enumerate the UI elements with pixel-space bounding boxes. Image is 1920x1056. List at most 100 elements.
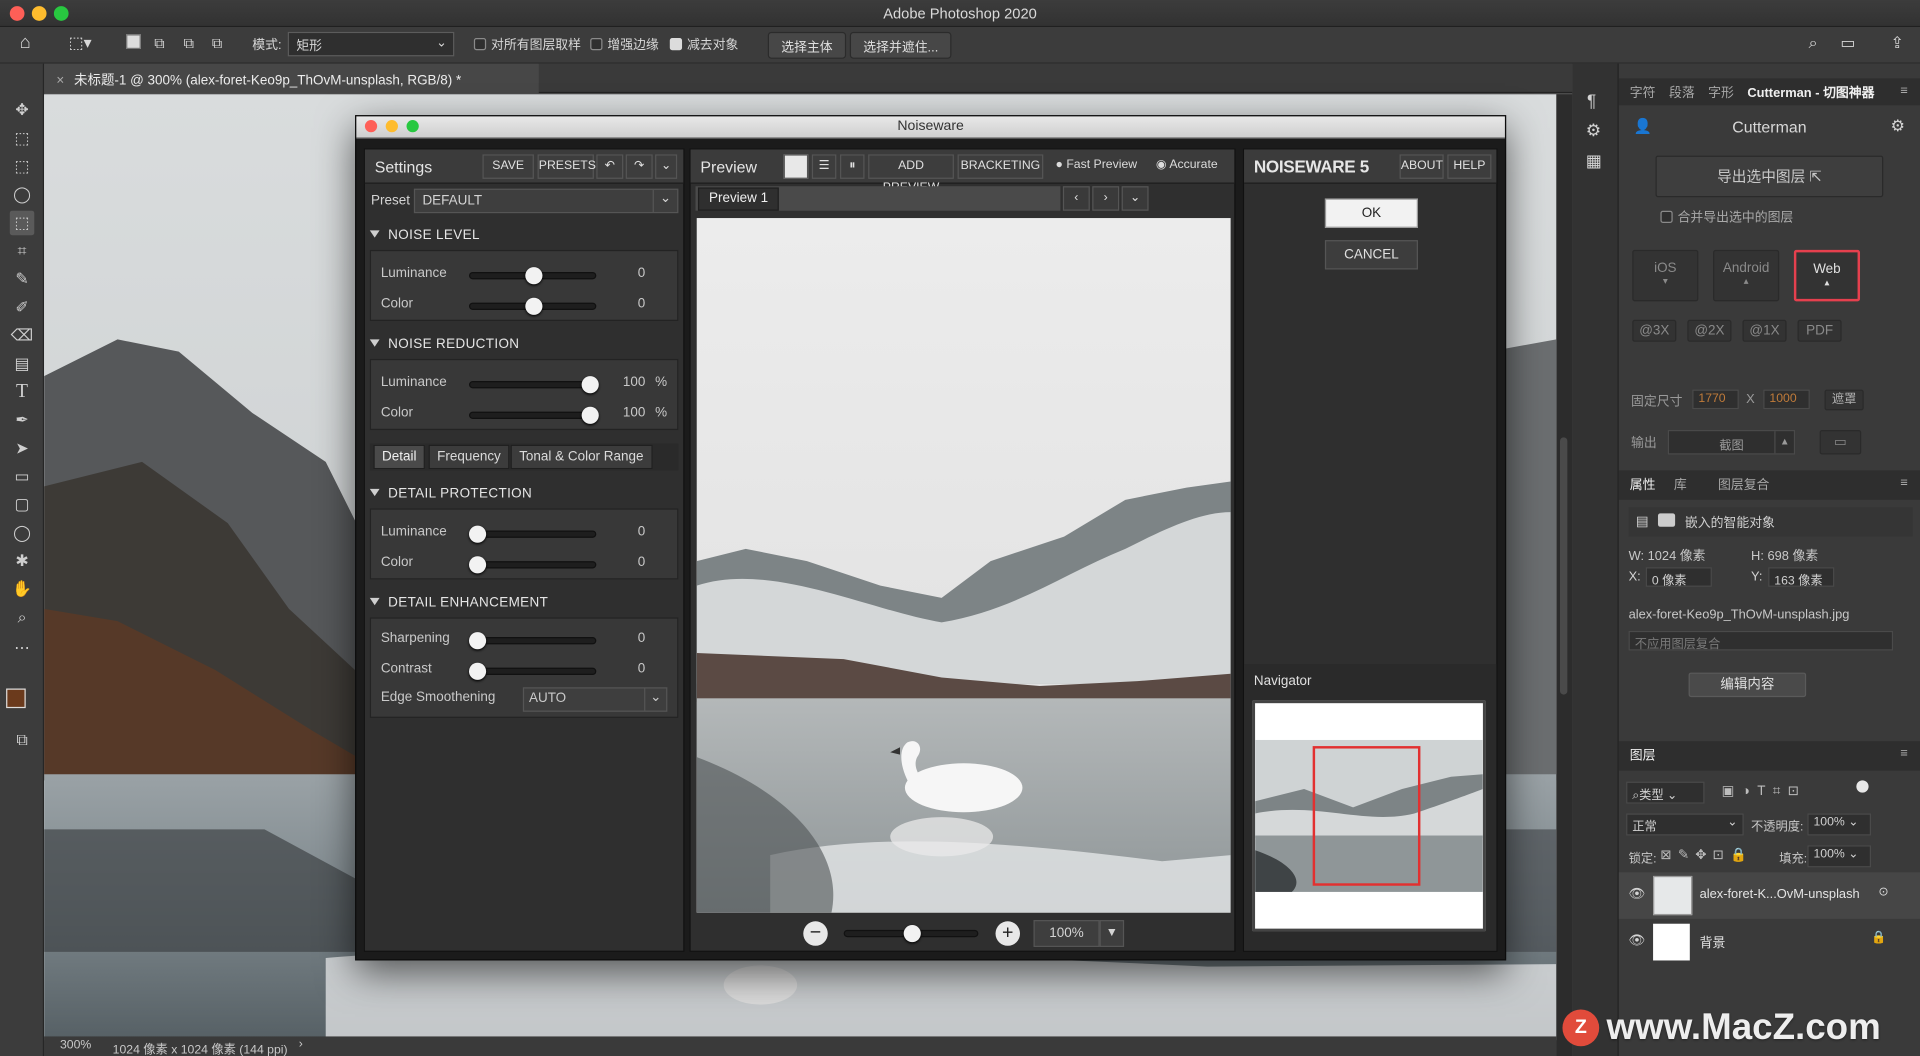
pen-tool-icon[interactable]: ✒	[10, 408, 34, 433]
detail-enhancement-header[interactable]: DETAIL ENHANCEMENT	[370, 595, 679, 610]
tab-frequency[interactable]: Frequency	[428, 444, 510, 470]
slider-knob[interactable]	[581, 406, 599, 424]
preview-image[interactable]	[696, 218, 1231, 913]
marquee-tool-icon[interactable]: ⬚	[10, 154, 34, 179]
plugin-icon[interactable]: ⚙	[1586, 120, 1601, 141]
slider-knob[interactable]	[903, 924, 921, 943]
enhance-edge-checkbox[interactable]: 增强边缘	[590, 36, 659, 54]
layer-filter-icons[interactable]: ▣◑T⌗⊡	[1722, 783, 1807, 800]
subtract-object-checkbox[interactable]: 减去对象	[669, 36, 738, 54]
ellipse-tool-icon[interactable]: ◯	[10, 521, 34, 546]
rectangle-tool-icon[interactable]: ▭	[10, 464, 34, 489]
tab-libraries[interactable]: 库	[1674, 475, 1687, 493]
zoom-slider[interactable]	[843, 924, 979, 943]
fill-input[interactable]: 100% ⌄	[1807, 845, 1872, 868]
edit-contents-button[interactable]: 编辑内容	[1688, 672, 1807, 698]
search-icon[interactable]: ⌕	[1809, 33, 1818, 53]
prop-height[interactable]: H: 698 像素	[1751, 546, 1818, 564]
subtract-selection-icon[interactable]: ⧉	[184, 34, 195, 52]
scroll-thumb[interactable]	[1560, 437, 1568, 695]
bracketing-button[interactable]: BRACKETING	[957, 154, 1044, 179]
prev-preview-icon[interactable]: ‹	[1062, 186, 1090, 211]
chevron-right-icon[interactable]: ›	[299, 1038, 303, 1051]
merge-export-checkbox[interactable]: 合并导出选中的图层	[1660, 208, 1793, 226]
slider-knob[interactable]	[468, 662, 487, 680]
zoom-dropdown-icon[interactable]: ▼	[1099, 920, 1125, 948]
scale-3x-button[interactable]: @3X	[1632, 319, 1677, 342]
export-selected-button[interactable]: 导出选中图层 ⇱	[1655, 155, 1884, 198]
cancel-button[interactable]: CANCEL	[1324, 240, 1418, 270]
folder-icon[interactable]: ▭	[1819, 430, 1862, 455]
opacity-input[interactable]: 100% ⌄	[1807, 813, 1872, 836]
gradient-tool-icon[interactable]: ▤	[10, 352, 34, 377]
preview-list-icon[interactable]: ⌄	[1121, 186, 1149, 211]
tab-paragraph[interactable]: 段落	[1669, 83, 1695, 101]
scale-pdf-button[interactable]: PDF	[1797, 319, 1842, 342]
tab-preview-1[interactable]: Preview 1	[697, 187, 780, 211]
fast-preview-radio[interactable]: ● Fast Preview	[1056, 158, 1138, 171]
preset-select[interactable]: DEFAULT ⌄	[413, 188, 679, 214]
hand-tool-icon[interactable]: ✋	[10, 577, 34, 602]
panel-menu-icon[interactable]: ≡	[1900, 83, 1908, 98]
share-icon[interactable]: ⇪	[1891, 33, 1904, 53]
home-icon[interactable]: ⌂	[20, 32, 31, 53]
de-sharpening-row[interactable]: Sharpening 0	[381, 628, 670, 650]
detail-protection-header[interactable]: DETAIL PROTECTION	[370, 486, 679, 501]
paragraph-icon[interactable]: ¶	[1587, 91, 1596, 111]
width-input[interactable]: 1770	[1692, 389, 1739, 410]
new-selection-icon[interactable]	[126, 34, 141, 50]
mode-select[interactable]: 矩形 ⌄	[287, 31, 455, 57]
rounded-rect-tool-icon[interactable]: ▢	[10, 492, 34, 517]
zoom-level[interactable]: 300%	[60, 1039, 91, 1052]
tab-layers[interactable]: 图层	[1630, 746, 1656, 764]
mask-button[interactable]: 遮罩	[1824, 389, 1864, 411]
layer-filter-select[interactable]: ⌕类型 ⌄	[1626, 781, 1705, 804]
slider-knob[interactable]	[468, 556, 487, 574]
slider-knob[interactable]	[525, 267, 543, 285]
output-select[interactable]: 截图 ▲	[1667, 430, 1796, 455]
foreground-color-swatch[interactable]	[6, 688, 26, 709]
select-and-mask-button[interactable]: 选择并遮住...	[849, 31, 952, 59]
crop-tool-icon[interactable]: ⌗	[10, 239, 34, 264]
close-tab-icon[interactable]: ×	[56, 74, 64, 89]
dp-luminance-row[interactable]: Luminance 0	[381, 522, 670, 544]
layer-name[interactable]: 背景	[1700, 934, 1726, 952]
nr-luminance-row[interactable]: Luminance 100%	[381, 372, 670, 394]
move-tool-icon[interactable]: ✥	[10, 98, 34, 123]
visibility-eye-icon[interactable]: 👁	[1629, 932, 1646, 949]
slider-knob[interactable]	[468, 632, 487, 650]
zoom-in-icon[interactable]: +	[995, 921, 1021, 946]
edge-smoothening-select[interactable]: AUTO ⌄	[522, 687, 668, 712]
lock-icons[interactable]: ⊠✎✥⊡🔒	[1660, 847, 1753, 863]
presets-button[interactable]: PRESETS	[537, 154, 596, 179]
tab-cutterman[interactable]: Cutterman - 切图神器	[1747, 83, 1874, 101]
zoom-out-icon[interactable]: −	[803, 921, 828, 946]
select-subject-button[interactable]: 选择主体	[767, 31, 847, 59]
save-button[interactable]: SAVE	[482, 154, 534, 179]
scale-2x-button[interactable]: @2X	[1687, 319, 1732, 342]
prop-x-input[interactable]: 0 像素	[1645, 567, 1712, 588]
tab-layer-comps[interactable]: 图层复合	[1718, 475, 1769, 493]
prop-width[interactable]: W: 1024 像素	[1629, 546, 1706, 564]
de-contrast-row[interactable]: Contrast 0	[381, 659, 670, 681]
type-tool-icon[interactable]: T	[10, 380, 34, 405]
split-vertical-icon[interactable]: ⏸	[840, 154, 865, 179]
blend-mode-select[interactable]: 正常 ⌄	[1626, 813, 1744, 836]
tab-character[interactable]: 字符	[1630, 83, 1656, 101]
navigator-thumbnail[interactable]	[1252, 700, 1486, 932]
custom-shape-tool-icon[interactable]: ✱	[10, 549, 34, 574]
noise-reduction-header[interactable]: NOISE REDUCTION	[370, 337, 679, 352]
add-selection-icon[interactable]: ⧉	[154, 34, 165, 52]
layer-row[interactable]: 👁 alex-foret-K...OvM-unsplash ⊙	[1618, 872, 1920, 919]
layer-row[interactable]: 👁 背景 🔒	[1619, 919, 1920, 966]
history-chevron-icon[interactable]: ⌄	[655, 154, 678, 179]
next-preview-icon[interactable]: ›	[1092, 186, 1120, 211]
settings-gear-icon[interactable]: ⚙	[1891, 116, 1905, 136]
sample-all-checkbox[interactable]: 对所有图层取样	[473, 36, 581, 54]
vertical-scrollbar[interactable]	[1556, 94, 1573, 1056]
eyedropper-tool-icon[interactable]: ✎	[10, 267, 34, 292]
panel-menu-icon[interactable]: ≡	[1900, 475, 1908, 490]
height-input[interactable]: 1000	[1763, 389, 1810, 410]
prop-y-input[interactable]: 163 像素	[1768, 567, 1835, 588]
platform-android-button[interactable]: Android ▴	[1713, 249, 1780, 302]
